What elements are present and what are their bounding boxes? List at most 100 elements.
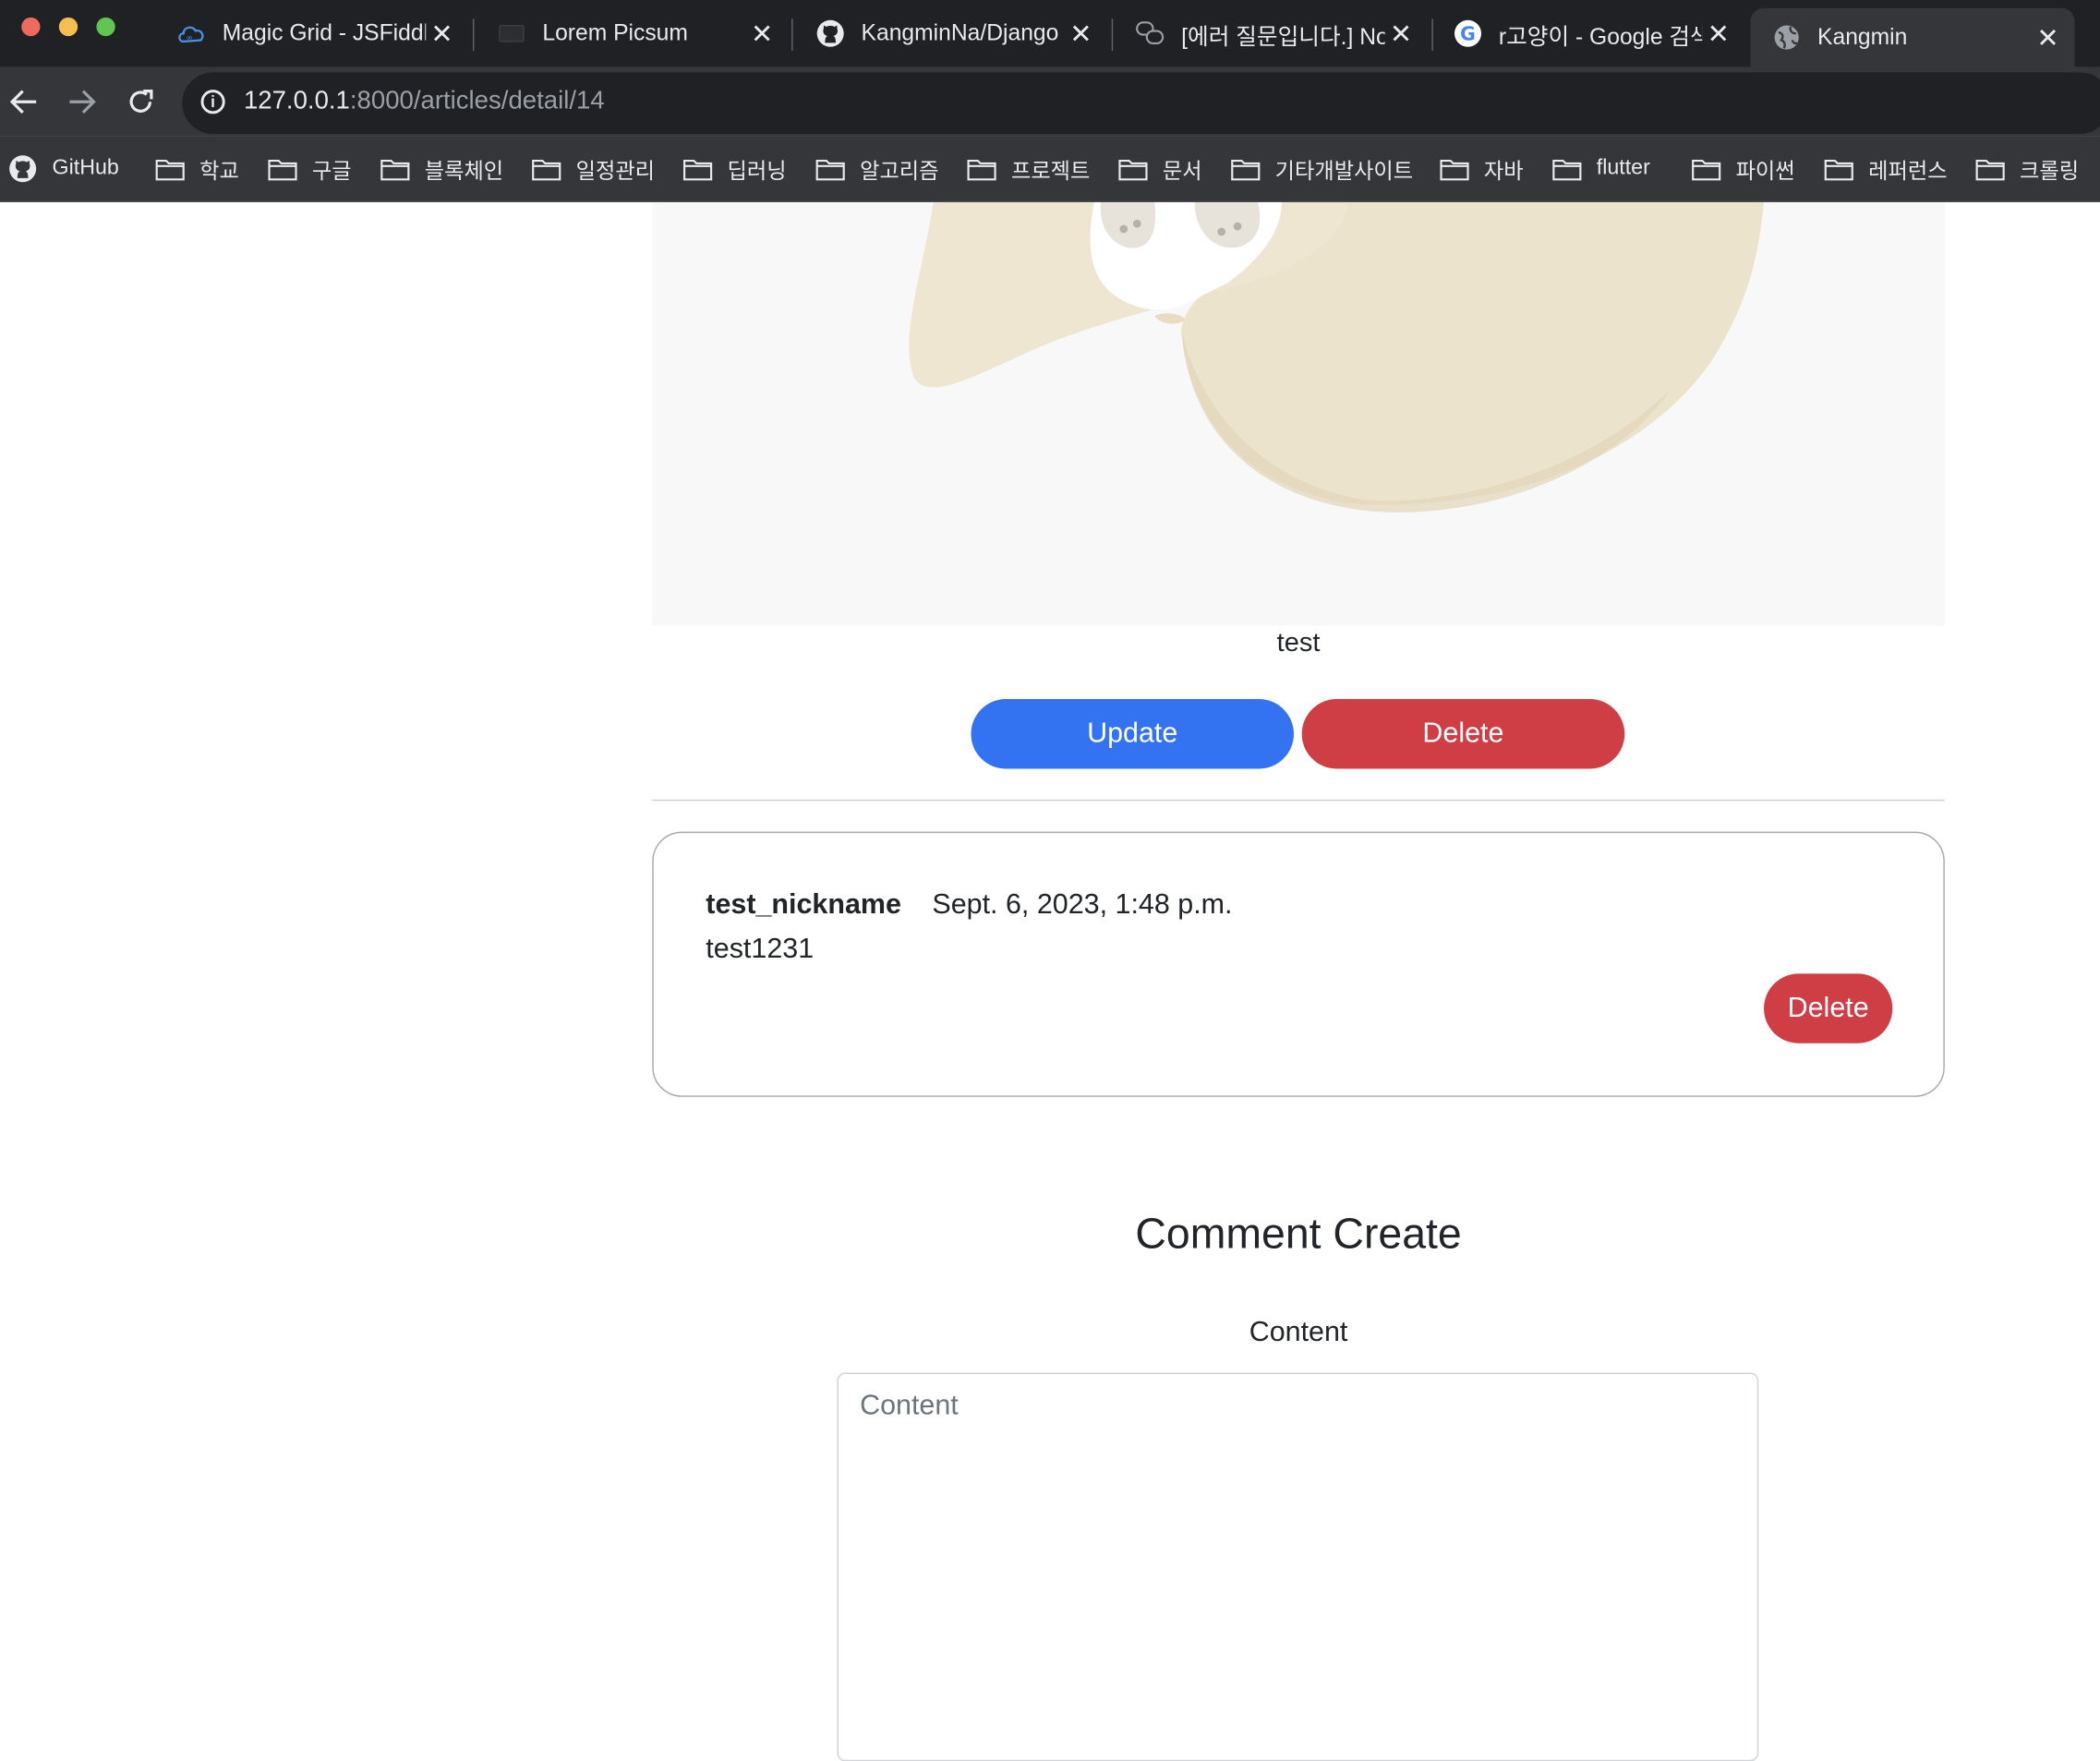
bookmark-folder[interactable]: 자바 [1440,152,1524,185]
bookmark-folder[interactable]: 크롤링 [1975,152,2079,185]
comment-create-heading: Comment Create [1135,1209,1462,1258]
bookmark-folder[interactable]: 딥러닝 [683,152,787,185]
github-icon [815,18,845,48]
url-text[interactable]: 127.0.0.1:8000/articles/detail/14 [244,87,605,116]
folder-icon [1440,157,1469,180]
bookmark-label: 학교 [199,161,239,184]
folder-icon [815,157,845,180]
bookmark-label: 블록체인 [424,161,504,184]
bookmark-folder[interactable]: 일정관리 [532,152,655,185]
github-icon [8,154,38,184]
google-icon: G [1454,18,1483,48]
article-image [652,201,1945,626]
svg-text:G: G [1460,23,1476,45]
tab-title: Magic Grid - JSFiddle [222,19,427,46]
bookmark-folder[interactable]: 블록체인 [380,152,503,185]
folder-icon [1118,157,1148,180]
folder-icon [268,157,297,180]
delete-article-button[interactable]: Delete [1301,699,1625,769]
close-tab-icon[interactable]: ✕ [426,17,458,50]
tab-title: KangminNa/Django [861,19,1059,46]
bookmark-folder[interactable]: 프로젝트 [967,152,1090,185]
close-tab-icon[interactable]: ✕ [2032,20,2064,54]
tab-google-search[interactable]: G r고양이 - Google 검색 ✕ [1424,8,1745,59]
browser-window: ∞ Magic Grid - JSFiddle ✕ Lorem Picsum ✕… [0,0,2100,1761]
bookmark-label: flutter [1596,156,1650,180]
bookmark-label: 레퍼런스 [1868,161,1948,184]
tab-title: Lorem Picsum [542,19,688,46]
chat-icon [1136,18,1165,48]
site-info-icon[interactable]: i [200,90,225,115]
svg-text:∞: ∞ [187,34,193,43]
bookmark-label: GitHub [52,156,119,180]
bookmark-label: 크롤링 [2020,161,2080,184]
bookmark-folder[interactable]: 레퍼런스 [1824,152,1948,185]
tab-magic-grid[interactable]: ∞ Magic Grid - JSFiddle ✕ [148,8,469,59]
reload-icon[interactable] [119,80,162,123]
comment-content-input[interactable] [837,1372,1759,1761]
globe-icon [1772,23,1802,53]
bookmark-folder[interactable]: 문서 [1118,152,1202,185]
tab-github-django[interactable]: KangminNa/Django ✕ [786,8,1107,59]
update-button[interactable]: Update [971,699,1294,769]
comment-card: test_nickname Sept. 6, 2023, 1:48 p.m. t… [652,831,1945,1097]
folder-icon [1231,157,1261,180]
folder-icon [967,157,996,180]
forward-arrow-icon[interactable] [60,80,103,123]
folder-icon [1824,157,1853,180]
bookmark-folder[interactable]: flutter [1552,152,1650,185]
bookmark-label: 프로젝트 [1010,161,1091,184]
page-content: test Update Delete test_nickname Sept. 6… [0,201,2100,1761]
tab-title: [에러 질문입니다.] No [1181,23,1385,49]
content-label: Content [1249,1316,1348,1348]
tab-lorem-picsum[interactable]: Lorem Picsum ✕ [467,8,789,59]
tab-error-question[interactable]: [에러 질문입니다.] No ✕ [1106,8,1428,59]
url-host: 127.0.0.1 [243,87,350,115]
back-arrow-icon[interactable] [3,80,45,123]
tab-title: r고양이 - Google 검색 [1498,23,1703,49]
bookmark-label: 알고리즘 [860,161,939,184]
zoom-window-button[interactable] [96,17,115,37]
bookmark-label: 파이썬 [1735,161,1795,184]
folder-icon [683,157,713,180]
url-path: :8000/articles/detail/14 [349,87,605,115]
bookmark-folder[interactable]: 학교 [155,152,239,185]
folder-icon [532,157,561,180]
bookmark-label: 일정관리 [575,161,656,184]
bookmark-folder[interactable]: 알고리즘 [815,152,939,185]
close-window-button[interactable] [21,17,41,37]
bookmarks-bar: GitHub 학교 구글 블록체인 일정관리 딥러닝 알고리즘 프로젝트 문서 … [0,136,2100,202]
folder-icon [1975,157,2005,180]
bookmark-label: 구글 [311,161,352,184]
folder-icon [380,157,410,180]
browser-toolbar: i 127.0.0.1:8000/articles/detail/14 [0,66,2100,137]
comment-nickname: test_nickname [706,888,901,921]
bookmark-label: 기타개발사이트 [1274,161,1414,184]
delete-comment-button[interactable]: Delete [1764,973,1893,1043]
jsfiddle-icon: ∞ [176,18,206,48]
minimize-window-button[interactable] [58,17,78,37]
bookmark-label: 자바 [1483,161,1524,184]
folder-icon [155,157,185,180]
tab-kangmin[interactable]: Kangmin ✕ [1750,7,2075,67]
picsum-icon [497,18,526,48]
bookmark-folder[interactable]: 기타개발사이트 [1231,152,1413,185]
folder-icon [1552,157,1582,180]
bookmark-folder[interactable]: 파이썬 [1692,152,1795,185]
bookmark-github[interactable]: GitHub [8,152,119,185]
tab-title: Kangmin [1817,24,1908,50]
divider [652,799,1945,802]
folder-icon [1692,157,1721,180]
article-content: test [1276,628,1321,658]
close-tab-icon[interactable]: ✕ [1065,17,1097,50]
close-tab-icon[interactable]: ✕ [1702,17,1734,50]
tab-strip: ∞ Magic Grid - JSFiddle ✕ Lorem Picsum ✕… [0,0,2100,67]
bookmark-label: 문서 [1162,161,1202,184]
comment-text: test1231 [706,933,815,965]
address-bar[interactable]: i 127.0.0.1:8000/articles/detail/14 [182,72,2100,135]
close-tab-icon[interactable]: ✕ [1385,17,1418,50]
comment-date: Sept. 6, 2023, 1:48 p.m. [932,888,1233,921]
bookmark-folder[interactable]: 구글 [268,152,352,185]
close-tab-icon[interactable]: ✕ [746,17,778,50]
bookmark-label: 딥러닝 [727,161,787,184]
